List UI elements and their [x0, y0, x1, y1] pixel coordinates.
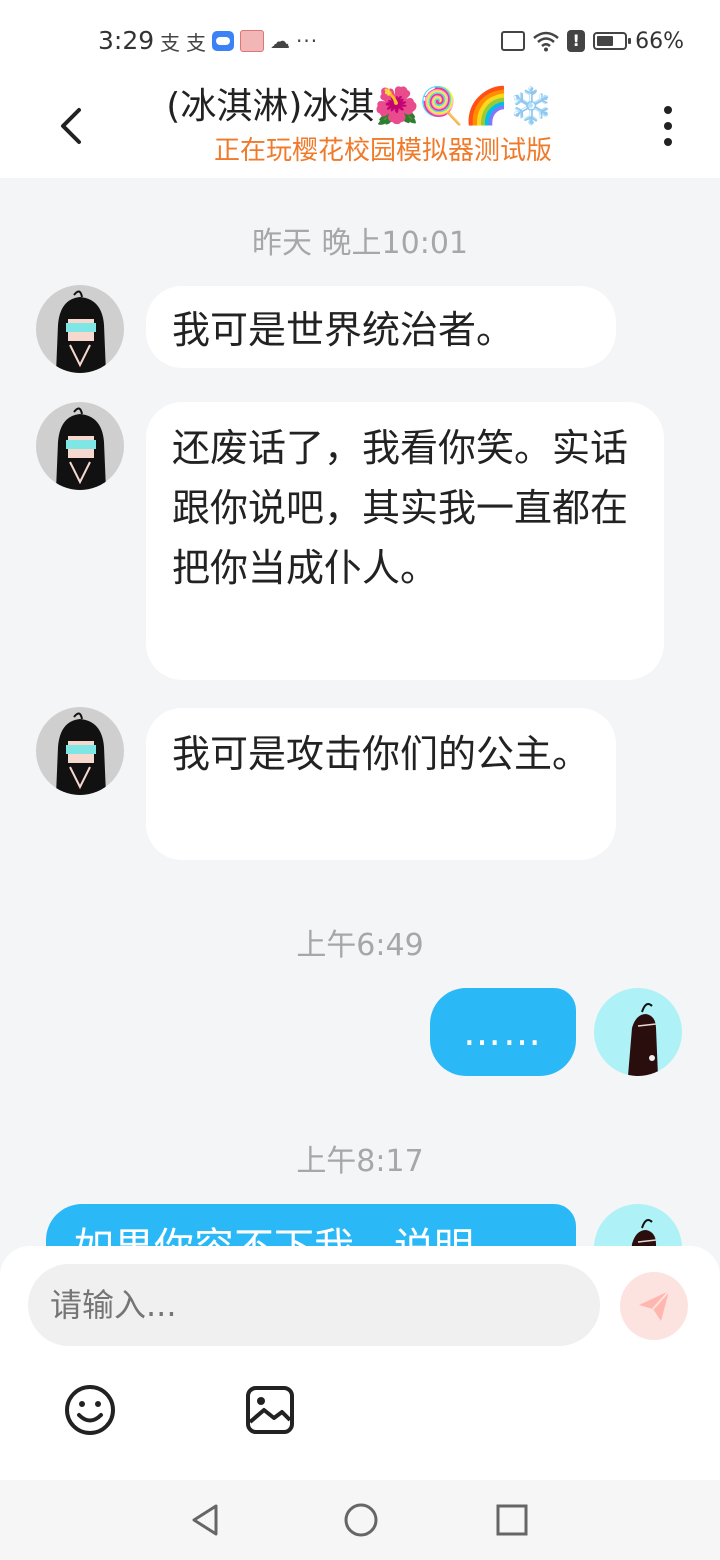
send-button[interactable]: [620, 1272, 688, 1340]
avatar-image-icon: [628, 1003, 658, 1076]
timestamp: 昨天 晚上10:01: [252, 226, 468, 261]
chat-title: (冰淇淋)冰淇🌺🍭🌈❄️: [166, 86, 554, 127]
screen-cast-icon: [501, 31, 526, 51]
message-bubble-incoming[interactable]: 我可是世界统治者。: [146, 286, 616, 368]
contact-avatar[interactable]: [36, 707, 124, 795]
chat-status-subtitle: 正在玩樱花校园模拟器测试版: [213, 136, 552, 166]
message-input[interactable]: [28, 1264, 600, 1346]
nav-recent-icon[interactable]: [494, 1502, 530, 1538]
chat-header: (冰淇淋)冰淇🌺🍭🌈❄️ 正在玩樱花校园模拟器测试版: [0, 84, 720, 178]
alert-icon: !: [567, 30, 586, 52]
my-avatar[interactable]: [594, 1204, 682, 1246]
timestamp: 上午6:49: [296, 928, 424, 963]
more-options-button[interactable]: [648, 98, 688, 154]
alipay-icon: ⽀: [160, 30, 180, 55]
emoji-button[interactable]: [62, 1382, 118, 1438]
message-text: 我可是世界统治者。: [172, 308, 515, 352]
message-bubble-incoming[interactable]: 还废话了，我看你笑。实话跟你说吧，其实我一直都在把你当成仆人。: [146, 402, 664, 680]
send-icon: [639, 1290, 670, 1321]
battery-percent: 66%: [635, 28, 684, 54]
wechat-icon: ☁: [270, 29, 290, 53]
contact-avatar[interactable]: [36, 402, 124, 490]
message-bubble-outgoing[interactable]: ……: [430, 988, 576, 1076]
image-icon: [246, 1386, 294, 1434]
message-list[interactable]: 昨天 晚上10:01 我可是世界统治者。 还废话了，我看你笑。实话跟你说吧，其实…: [0, 178, 720, 1246]
avatar-image-icon: [631, 1219, 657, 1246]
emoji-icon: [65, 1385, 115, 1435]
contact-avatar[interactable]: [36, 285, 124, 373]
avatar-image-icon: [56, 712, 106, 795]
message-text: 我可是攻击你们的公主。: [172, 732, 591, 776]
status-bar: 3:29 ⽀ ⽀ ☁ ··· ! 66%: [0, 0, 720, 84]
more-dots-icon: ···: [296, 29, 319, 53]
system-icons: ! 66%: [501, 26, 684, 56]
composer: [0, 1246, 720, 1480]
status-time: 3:29: [98, 26, 155, 55]
message-text: 如果你容不下我，说明: [74, 1225, 474, 1246]
message-text: 还废话了，我看你笑。实话跟你说吧，其实我一直都在把你当成仆人。: [172, 426, 629, 590]
system-navigation-bar: [0, 1480, 720, 1560]
wifi-icon: [533, 31, 559, 52]
avatar-image-icon: [56, 407, 106, 490]
image-button[interactable]: [242, 1382, 298, 1438]
cloud-icon: [212, 31, 234, 51]
timestamp: 上午8:17: [296, 1144, 424, 1179]
nav-back-icon[interactable]: [186, 1500, 226, 1540]
message-bubble-outgoing[interactable]: 如果你容不下我，说明: [46, 1204, 576, 1246]
alipay-icon: ⽀: [186, 30, 206, 55]
notification-icons: ⽀ ⽀ ☁ ···: [160, 28, 319, 55]
message-bubble-incoming[interactable]: 我可是攻击你们的公主。: [146, 708, 616, 860]
battery-icon: [593, 32, 632, 50]
app-box-icon: [240, 30, 264, 52]
avatar-image-icon: [56, 290, 106, 373]
nav-home-icon[interactable]: [341, 1500, 381, 1540]
message-text: ……: [463, 1010, 543, 1054]
vertical-dots-icon: [664, 106, 672, 114]
my-avatar[interactable]: [594, 988, 682, 1076]
